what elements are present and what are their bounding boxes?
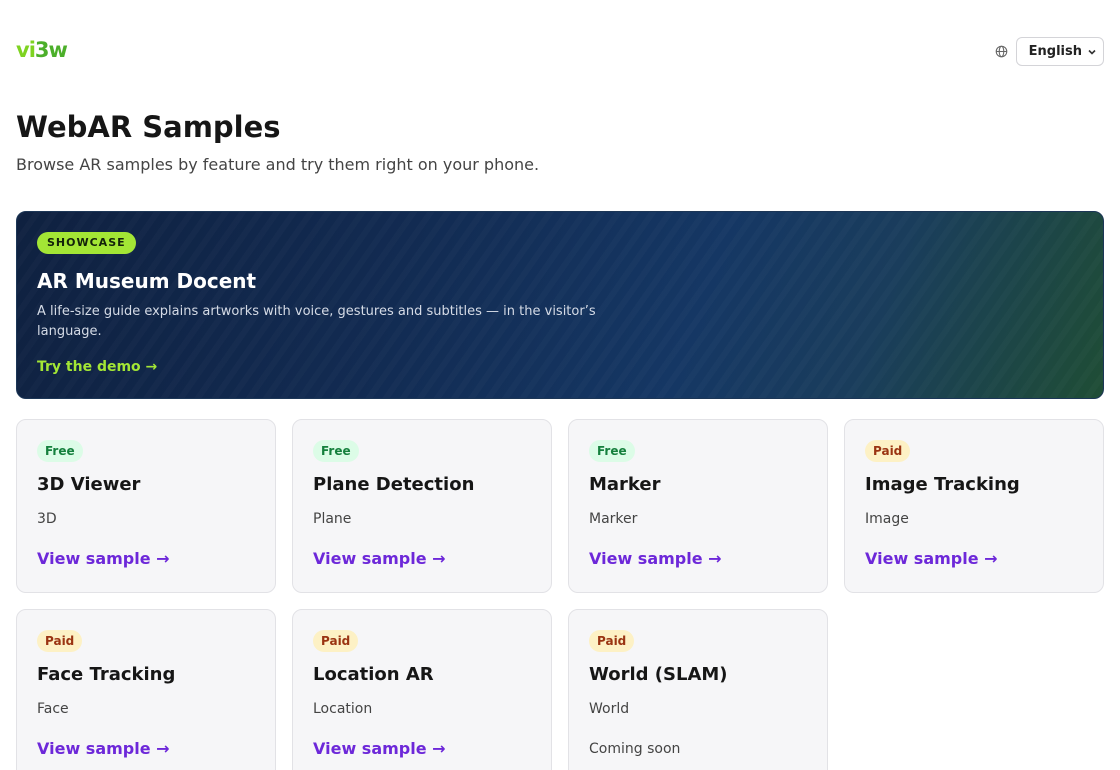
sample-category: 3D xyxy=(37,511,57,527)
view-sample-link[interactable]: View sample → xyxy=(313,548,446,570)
sample-title: World (SLAM) xyxy=(589,664,728,685)
pricing-badge: Paid xyxy=(865,440,911,462)
logo-part-1: vi xyxy=(16,38,36,62)
pricing-badge: Paid xyxy=(589,630,635,652)
pricing-badge: Free xyxy=(37,440,83,462)
sample-title: Marker xyxy=(589,474,661,495)
sample-card-marker[interactable]: Free Marker Marker View sample → xyxy=(568,419,828,593)
view-sample-link[interactable]: View sample → xyxy=(313,738,446,760)
sample-title: 3D Viewer xyxy=(37,474,141,495)
showcase-title: AR Museum Docent xyxy=(37,269,257,293)
globe-icon xyxy=(995,45,1007,58)
view-sample-link[interactable]: View sample → xyxy=(865,548,998,570)
sample-title: Location AR xyxy=(313,664,434,685)
sample-title: Image Tracking xyxy=(865,474,1020,495)
view-sample-link[interactable]: View sample → xyxy=(37,738,170,760)
showcase-demo-link[interactable]: Try the demo → xyxy=(37,357,157,377)
pricing-badge: Paid xyxy=(37,630,83,652)
language-select-value: English xyxy=(1028,44,1082,59)
sample-title: Plane Detection xyxy=(313,474,475,495)
language-select[interactable]: English xyxy=(1015,37,1104,66)
pricing-badge: Free xyxy=(313,440,359,462)
sample-card-world-slam: Paid World (SLAM) World Coming soon xyxy=(568,609,828,770)
view-sample-link[interactable]: View sample → xyxy=(589,548,722,570)
sample-category: Image xyxy=(865,511,909,527)
chevron-down-icon xyxy=(1088,49,1096,55)
sample-category: Marker xyxy=(589,511,638,527)
sample-card-3d-viewer[interactable]: Free 3D Viewer 3D View sample → xyxy=(16,419,276,593)
view-sample-link[interactable]: View sample → xyxy=(37,548,170,570)
pricing-badge: Paid xyxy=(313,630,359,652)
page-title: WebAR Samples xyxy=(16,110,281,144)
language-switcher: English xyxy=(995,37,1104,66)
coming-soon-label: Coming soon xyxy=(589,741,681,757)
logo-part-2: 3w xyxy=(34,38,68,62)
sample-title: Face Tracking xyxy=(37,664,176,685)
pricing-badge: Free xyxy=(589,440,635,462)
sample-category: Plane xyxy=(313,511,352,527)
showcase-banner: SHOWCASE AR Museum Docent A life-size gu… xyxy=(16,211,1104,399)
sample-card-image-tracking[interactable]: Paid Image Tracking Image View sample → xyxy=(844,419,1104,593)
sample-category: Face xyxy=(37,701,69,717)
logo[interactable]: vi3w xyxy=(16,38,68,62)
sample-card-face-tracking[interactable]: Paid Face Tracking Face View sample → xyxy=(16,609,276,770)
page-subtitle: Browse AR samples by feature and try the… xyxy=(16,155,540,174)
sample-category: World xyxy=(589,701,630,717)
sample-card-location-ar[interactable]: Paid Location AR Location View sample → xyxy=(292,609,552,770)
sample-card-plane-detection[interactable]: Free Plane Detection Plane View sample → xyxy=(292,419,552,593)
showcase-description: A life-size guide explains artworks with… xyxy=(37,304,596,339)
showcase-badge: SHOWCASE xyxy=(37,232,136,254)
sample-category: Location xyxy=(313,701,373,717)
